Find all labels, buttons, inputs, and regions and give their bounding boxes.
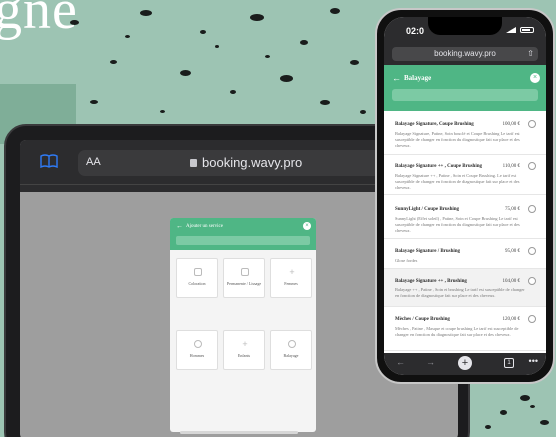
phone-title: Balayage	[404, 74, 432, 82]
service-price: 100,00 €	[502, 122, 521, 127]
perm-icon	[241, 268, 249, 276]
list-item[interactable]: Mèches / Coupe Brushing 120,00 € Mèches …	[384, 307, 546, 351]
battery-icon	[520, 27, 534, 33]
service-name: Mèches / Coupe Brushing	[395, 317, 450, 322]
category-label: Hommes	[189, 353, 205, 358]
status-bar: 02:0	[384, 17, 546, 43]
service-name: SunnyLight / Coupe Brushing	[395, 207, 460, 212]
service-description: Balayage ++ , Patine , Soin et brushing …	[395, 287, 525, 298]
share-icon[interactable]: ⇧	[527, 49, 534, 58]
signal-icon	[506, 27, 516, 33]
close-icon[interactable]: ×	[530, 73, 540, 83]
phone-url-text: booking.wavy.pro	[434, 49, 496, 58]
tabs-button[interactable]: 1	[504, 358, 514, 368]
service-price: 75,00 €	[505, 207, 520, 212]
modal-header: ← Ajouter un service ×	[170, 218, 316, 250]
forward-icon[interactable]: →	[426, 357, 435, 367]
list-item[interactable]: Balayage Signature / Brushing 95,00 € Gl…	[384, 239, 546, 269]
back-arrow-icon[interactable]: ←	[392, 73, 401, 83]
category-tile-enfants[interactable]: + Enfants	[223, 330, 265, 370]
close-icon[interactable]: ×	[303, 222, 311, 230]
background-headline: gne	[0, 0, 78, 41]
category-tile-permanente[interactable]: Permanente / Lissage	[223, 258, 265, 298]
service-description: SunnyLight (Effet soleil) , Patine, Soin…	[395, 216, 520, 233]
category-label: Enfants	[237, 353, 251, 358]
category-tile-hommes[interactable]: Hommes	[176, 330, 218, 370]
lock-icon	[190, 159, 197, 167]
back-arrow-icon[interactable]: ←	[176, 223, 183, 230]
service-price: 120,00 €	[502, 317, 521, 322]
add-service-modal: ← Ajouter un service × Coloration Perman…	[170, 218, 316, 432]
text-size-button[interactable]: AA	[86, 156, 101, 168]
list-item[interactable]: Balayage Signature ++ , Coupe Brushing 1…	[384, 155, 546, 195]
tablet-url: booking.wavy.pro	[190, 155, 302, 170]
tablet-url-text: booking.wavy.pro	[202, 155, 303, 170]
book-icon[interactable]	[40, 154, 58, 173]
face-icon	[194, 340, 202, 348]
more-icon[interactable]: •••	[529, 356, 538, 366]
phone-header: ← Balayage ×	[384, 65, 546, 111]
phone-device: 02:0 booking.wavy.pro ⇧ ← Balayage × Bal…	[375, 8, 555, 384]
new-tab-icon[interactable]: +	[458, 356, 472, 370]
phone-address-bar[interactable]: booking.wavy.pro ⇧	[392, 47, 538, 61]
home-indicator	[180, 431, 298, 434]
category-label: Balayage	[283, 353, 299, 358]
service-radio[interactable]	[528, 247, 536, 255]
list-item[interactable]: SunnyLight / Coupe Brushing 75,00 € Sunn…	[384, 195, 546, 239]
modal-search-input[interactable]	[176, 236, 310, 245]
service-radio[interactable]	[528, 315, 536, 323]
service-description: Balayage Signature ++ , Patine , Soin et…	[395, 173, 520, 190]
modal-title: Ajouter un service	[186, 224, 223, 229]
category-tile-femmes[interactable]: + Femmes	[270, 258, 312, 298]
service-radio[interactable]	[528, 205, 536, 213]
service-name: Balayage Signature / Brushing	[395, 249, 461, 254]
balayage-icon	[288, 340, 296, 348]
color-icon	[194, 268, 202, 276]
list-item[interactable]: Balayage Signature, Coupe Brushing 100,0…	[384, 111, 546, 155]
category-label: Coloration	[188, 281, 206, 286]
phone-browser-toolbar: ← → + 1 •••	[384, 353, 546, 375]
service-name: Balayage Signature ++ , Brushing	[395, 279, 467, 284]
service-description: Balayage Signature, Patine, Soin bouclé …	[395, 131, 520, 148]
phone-browser-bar: booking.wavy.pro ⇧	[384, 43, 546, 65]
service-price: 104,00 €	[502, 279, 521, 284]
service-radio[interactable]	[528, 162, 536, 170]
category-label: Femmes	[284, 281, 298, 286]
list-item[interactable]: Balayage Signature ++ , Brushing 104,00 …	[384, 269, 546, 307]
service-description: Glose fordes	[395, 258, 418, 263]
service-price: 110,00 €	[502, 164, 520, 169]
service-name: Balayage Signature, Coupe Brushing	[395, 122, 474, 127]
back-icon[interactable]: ←	[396, 357, 405, 367]
category-tile-coloration[interactable]: Coloration	[176, 258, 218, 298]
plus-icon: +	[242, 339, 248, 349]
service-name: Balayage Signature ++ , Coupe Brushing	[395, 164, 483, 169]
service-price: 95,00 €	[505, 249, 520, 254]
status-time: 02:0	[406, 26, 425, 36]
service-description: Mèches , Patine , Masque et coupe brushi…	[395, 326, 519, 337]
category-label: Permanente / Lissage	[226, 281, 262, 286]
service-radio[interactable]	[528, 277, 536, 285]
service-radio[interactable]	[528, 120, 536, 128]
phone-screen: 02:0 booking.wavy.pro ⇧ ← Balayage × Bal…	[384, 17, 546, 375]
phone-search-input[interactable]	[392, 89, 538, 101]
plus-icon: +	[289, 267, 295, 277]
notch	[428, 17, 502, 35]
category-tile-balayage[interactable]: Balayage	[270, 330, 312, 370]
